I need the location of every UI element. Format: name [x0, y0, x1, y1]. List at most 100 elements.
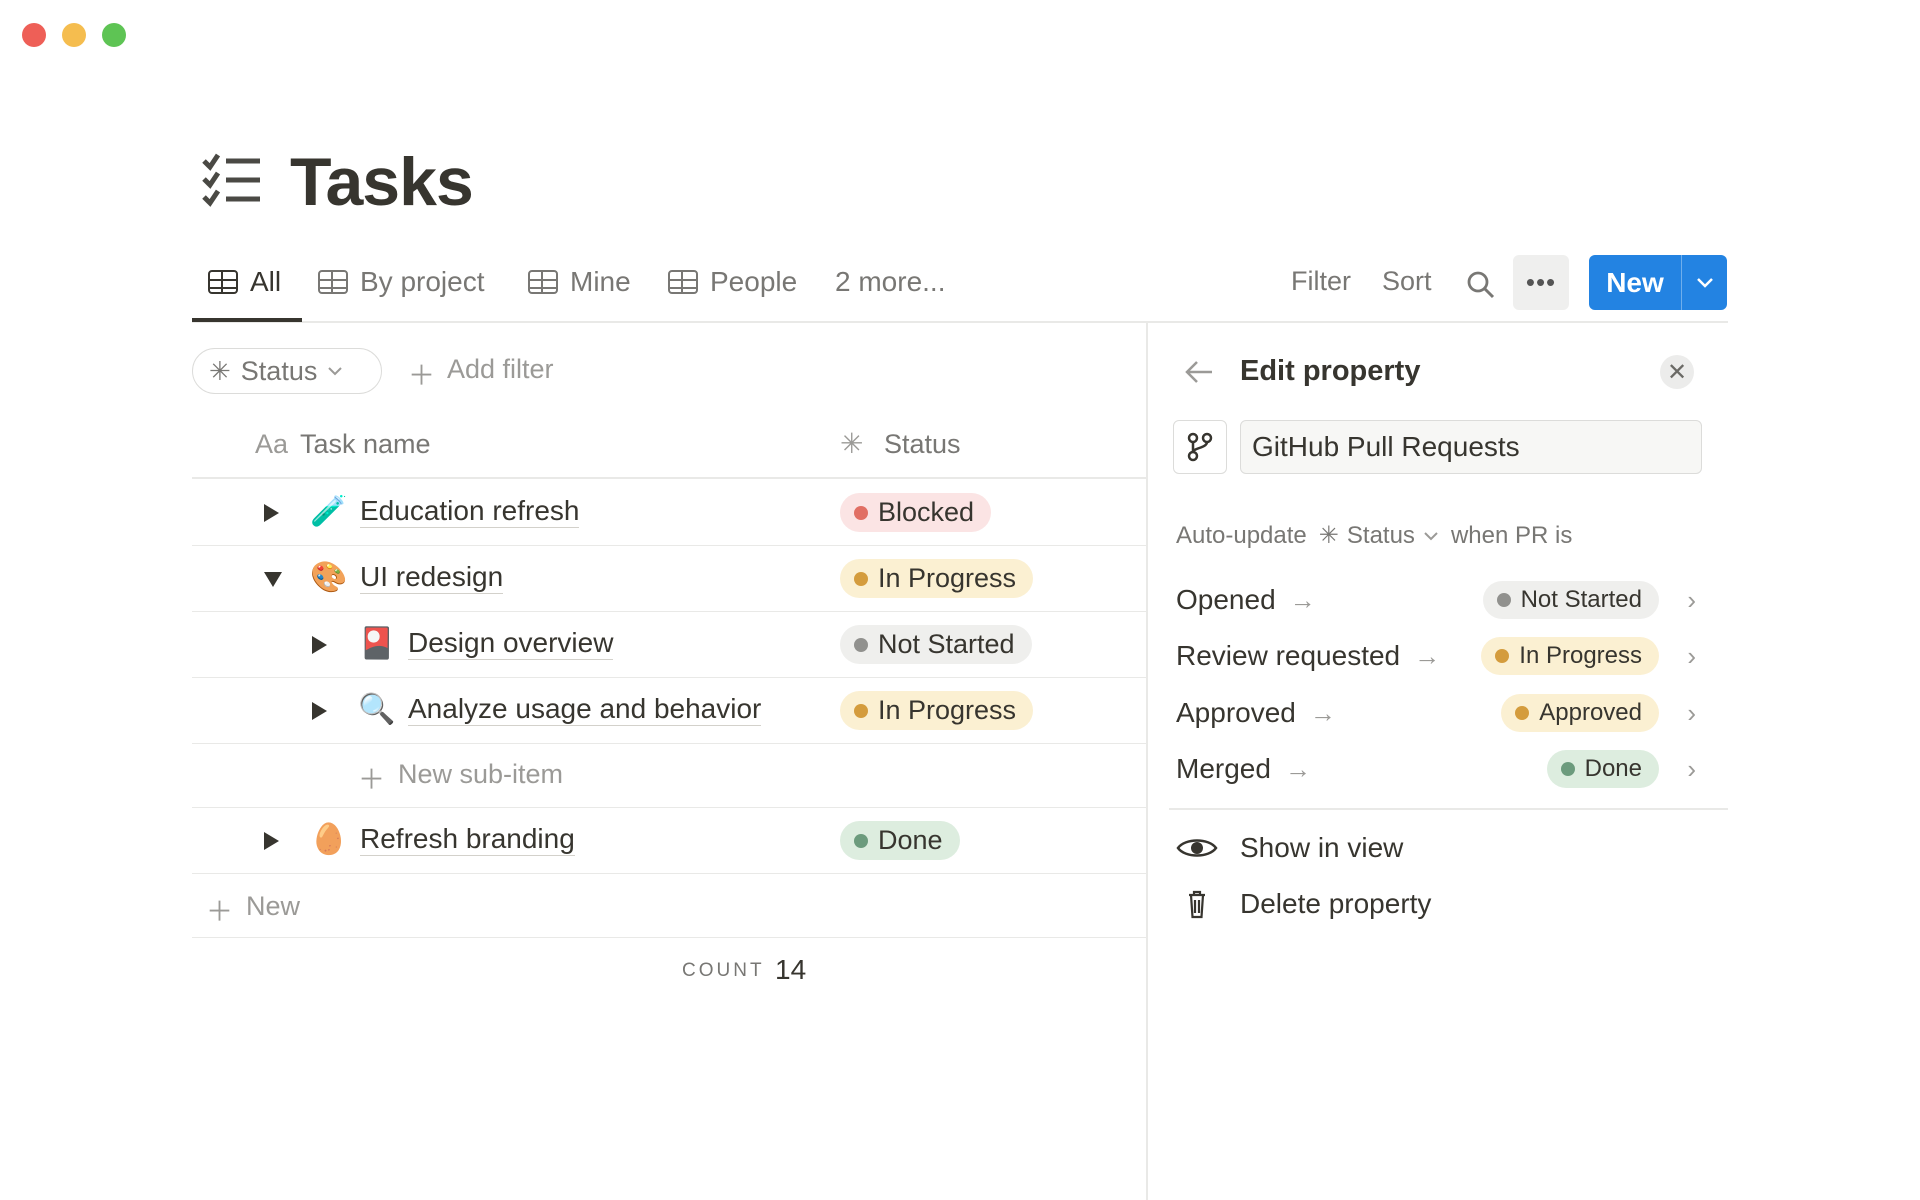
tab-by-project[interactable]: By project — [318, 266, 485, 298]
status-mapping-row[interactable]: Merged → Done › — [1176, 747, 1696, 791]
back-arrow-icon[interactable] — [1184, 360, 1214, 384]
show-in-view-button[interactable]: Show in view — [1176, 832, 1403, 864]
plus-icon: ＋ — [408, 361, 435, 391]
toggle-collapsed-icon[interactable] — [264, 504, 279, 522]
close-icon[interactable]: ✕ — [1660, 355, 1694, 389]
table-row[interactable]: 🥚 Refresh branding Done — [192, 808, 1147, 874]
toggle-collapsed-icon[interactable] — [312, 636, 327, 654]
status-badge[interactable]: Done — [1546, 750, 1659, 788]
status-filter-label: Status — [240, 355, 318, 386]
status-icon: ✳ — [840, 428, 864, 459]
sort-button[interactable]: Sort — [1382, 266, 1432, 297]
column-header-status[interactable]: Status — [884, 429, 961, 460]
status-label: In Progress — [878, 695, 1017, 725]
active-tab-indicator — [192, 318, 302, 322]
tab-mine[interactable]: Mine — [528, 266, 631, 298]
status-label: Not Started — [878, 629, 1015, 659]
status-filter-chip[interactable]: ✳ Status — [192, 348, 382, 394]
table-icon — [528, 270, 558, 294]
eye-icon — [1176, 839, 1218, 857]
add-filter-button[interactable]: ＋ Add filter — [408, 354, 554, 393]
task-name-link[interactable]: Education refresh — [360, 495, 580, 528]
status-badge[interactable]: Not Started — [840, 625, 1032, 664]
page-emoji-icon: 🎨 — [310, 561, 348, 594]
delete-property-button[interactable]: Delete property — [1176, 888, 1431, 920]
pr-event-label: Opened — [1176, 584, 1276, 615]
toggle-collapsed-icon[interactable] — [264, 832, 279, 850]
table-icon — [318, 270, 348, 294]
chevron-right-icon[interactable]: › — [1687, 698, 1696, 729]
column-header-task-name[interactable]: Task name — [300, 429, 431, 460]
new-sub-item-row[interactable]: ＋ New sub-item — [192, 742, 1147, 808]
status-mapping-row[interactable]: Opened → Not Started › — [1176, 578, 1696, 622]
tab-label: All — [250, 266, 282, 297]
status-badge[interactable]: Not Started — [1482, 581, 1659, 619]
task-name-link[interactable]: UI redesign — [360, 561, 504, 594]
property-icon-button[interactable] — [1173, 420, 1227, 474]
table-row[interactable]: 🧪 Education refresh Blocked — [192, 480, 1147, 546]
plus-icon: ＋ — [358, 765, 385, 795]
status-mapping-row[interactable]: Approved → Approved › — [1176, 691, 1696, 735]
new-button[interactable]: New — [1589, 255, 1681, 310]
tab-more[interactable]: 2 more... — [835, 266, 945, 298]
window-minimize-button[interactable] — [62, 23, 86, 47]
status-label: In Progress — [878, 563, 1017, 593]
task-name-link[interactable]: Design overview — [408, 627, 614, 660]
table-row[interactable]: 🔍 Analyze usage and behavior In Progress — [192, 678, 1147, 744]
status-icon: ✳ — [1318, 522, 1339, 549]
more-options-button[interactable]: ••• — [1513, 255, 1569, 310]
table-row[interactable]: 🎨 UI redesign In Progress — [192, 546, 1147, 612]
when-pr-label: when PR is — [1450, 521, 1573, 549]
table-icon — [668, 270, 698, 294]
auto-update-property-select[interactable]: ✳ Status — [1319, 521, 1439, 550]
toggle-collapsed-icon[interactable] — [312, 702, 327, 720]
trash-icon — [1189, 890, 1205, 919]
arrow-right-icon: → — [1289, 584, 1316, 615]
auto-update-row: Auto-update ✳ Status when PR is — [1176, 521, 1572, 550]
status-mapping-row[interactable]: Review requested → In Progress › — [1176, 634, 1696, 678]
search-icon[interactable] — [1466, 270, 1496, 300]
status-badge[interactable]: Blocked — [840, 493, 992, 532]
chevron-right-icon[interactable]: › — [1687, 585, 1696, 616]
task-name-link[interactable]: Analyze usage and behavior — [408, 693, 762, 726]
header-divider — [192, 477, 1147, 479]
task-name-link[interactable]: Refresh branding — [360, 823, 575, 856]
arrow-right-icon: → — [1414, 640, 1441, 671]
chevron-right-icon[interactable]: › — [1687, 754, 1696, 785]
window-close-button[interactable] — [22, 23, 46, 47]
tabs-divider — [192, 321, 1728, 323]
status-badge[interactable]: In Progress — [1481, 637, 1659, 675]
property-name-input[interactable] — [1240, 420, 1702, 474]
count-label: COUNT — [682, 960, 765, 981]
status-badge[interactable]: In Progress — [840, 559, 1034, 598]
filter-button[interactable]: Filter — [1291, 266, 1351, 297]
tab-label: Mine — [570, 266, 631, 297]
status-badge[interactable]: In Progress — [840, 691, 1034, 730]
chevron-down-icon — [328, 367, 343, 376]
panel-divider-line — [1169, 808, 1728, 810]
auto-update-label: Auto-update — [1176, 521, 1307, 549]
chevron-down-icon — [1696, 277, 1713, 288]
status-label: Approved — [1539, 699, 1642, 726]
status-badge[interactable]: Approved — [1501, 694, 1659, 732]
status-dot — [1495, 649, 1510, 663]
window-maximize-button[interactable] — [102, 23, 126, 47]
new-dropdown-button[interactable] — [1681, 255, 1727, 310]
tab-label: By project — [360, 266, 485, 297]
status-badge[interactable]: Done — [840, 821, 960, 860]
new-row-button[interactable]: ＋ New — [192, 874, 1147, 938]
status-dot — [1560, 762, 1575, 776]
git-branch-icon — [1187, 432, 1213, 462]
tab-people[interactable]: People — [668, 266, 797, 298]
table-row[interactable]: 🎴 Design overview Not Started — [192, 612, 1147, 678]
status-dot — [854, 637, 868, 652]
chevron-down-icon — [1424, 531, 1438, 540]
status-dot — [1515, 706, 1530, 720]
page-emoji-icon: 🔍 — [358, 693, 396, 726]
status-dot — [854, 571, 868, 586]
chevron-right-icon[interactable]: › — [1687, 641, 1696, 672]
status-label: Not Started — [1520, 586, 1642, 613]
toggle-expanded-icon[interactable] — [264, 572, 282, 587]
status-label: Blocked — [878, 497, 975, 527]
tab-all[interactable]: All — [208, 266, 281, 298]
